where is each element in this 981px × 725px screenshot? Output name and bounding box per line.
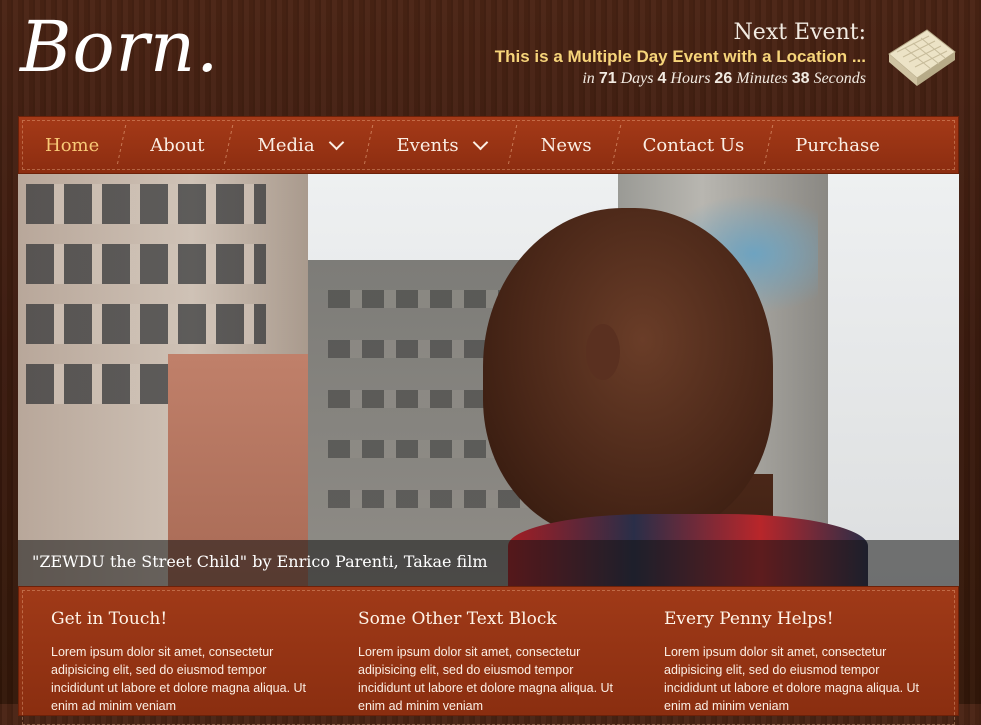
countdown-days-label: Days <box>620 70 654 87</box>
block-text: Lorem ipsum dolor sit amet, consectetur … <box>664 645 920 713</box>
countdown-seconds: 38 <box>791 70 810 87</box>
nav-item-about[interactable]: About <box>122 116 228 174</box>
nav-item-events[interactable]: Events <box>369 116 512 174</box>
block-text: Lorem ipsum dolor sit amet, consectetur … <box>51 645 307 713</box>
block-title: Every Penny Helps! <box>664 609 834 629</box>
countdown-days: 71 <box>598 70 617 87</box>
site-logo[interactable]: Born. <box>20 12 219 82</box>
block-title: Get in Touch! <box>51 609 168 629</box>
nav-label-news: News <box>540 134 592 156</box>
nav-label-about: About <box>150 134 205 156</box>
content-blocks: Get in Touch! Lorem ipsum dolor sit amet… <box>18 586 959 725</box>
nav-label-events: Events <box>396 134 459 156</box>
nav-item-media[interactable]: Media <box>229 116 367 174</box>
countdown-hours: 4 <box>657 70 667 87</box>
countdown-minutes-label: Minutes <box>736 70 788 87</box>
calendar-icon[interactable] <box>883 22 959 92</box>
hero-slider[interactable]: "ZEWDU the Street Child" by Enrico Paren… <box>18 174 959 586</box>
nav-label-home: Home <box>45 134 100 156</box>
main-navigation: Home About Media Events News Contact Us … <box>18 116 959 174</box>
event-countdown: in 71 Days 4 Hours 26 Minutes 38 Seconds <box>495 68 866 90</box>
nav-label-contact-us: Contact Us <box>642 134 745 156</box>
next-event-link[interactable]: This is a Multiple Day Event with a Loca… <box>495 46 866 68</box>
next-event-widget: Next Event: This is a Multiple Day Event… <box>495 20 866 90</box>
nav-item-news[interactable]: News <box>513 116 616 174</box>
nav-item-home[interactable]: Home <box>27 116 121 174</box>
nav-label-purchase: Purchase <box>795 134 880 156</box>
countdown-minutes: 26 <box>714 70 733 87</box>
text-block-get-in-touch: Get in Touch! Lorem ipsum dolor sit amet… <box>51 609 321 715</box>
block-text: Lorem ipsum dolor sit amet, consectetur … <box>358 645 614 713</box>
countdown-seconds-label: Seconds <box>813 70 866 87</box>
text-block-every-penny: Every Penny Helps! Lorem ipsum dolor sit… <box>664 609 934 715</box>
countdown-prefix: in <box>582 70 595 87</box>
block-title: Some Other Text Block <box>358 609 557 629</box>
nav-item-contact-us[interactable]: Contact Us <box>617 116 769 174</box>
chevron-down-icon <box>472 134 488 150</box>
hero-caption: "ZEWDU the Street Child" by Enrico Paren… <box>18 540 959 586</box>
nav-label-media: Media <box>257 134 315 156</box>
chevron-down-icon <box>328 134 344 150</box>
countdown-hours-label: Hours <box>670 70 711 87</box>
text-block-other: Some Other Text Block Lorem ipsum dolor … <box>358 609 628 715</box>
next-event-title: Next Event: <box>733 20 866 45</box>
nav-item-purchase[interactable]: Purchase <box>769 116 900 174</box>
